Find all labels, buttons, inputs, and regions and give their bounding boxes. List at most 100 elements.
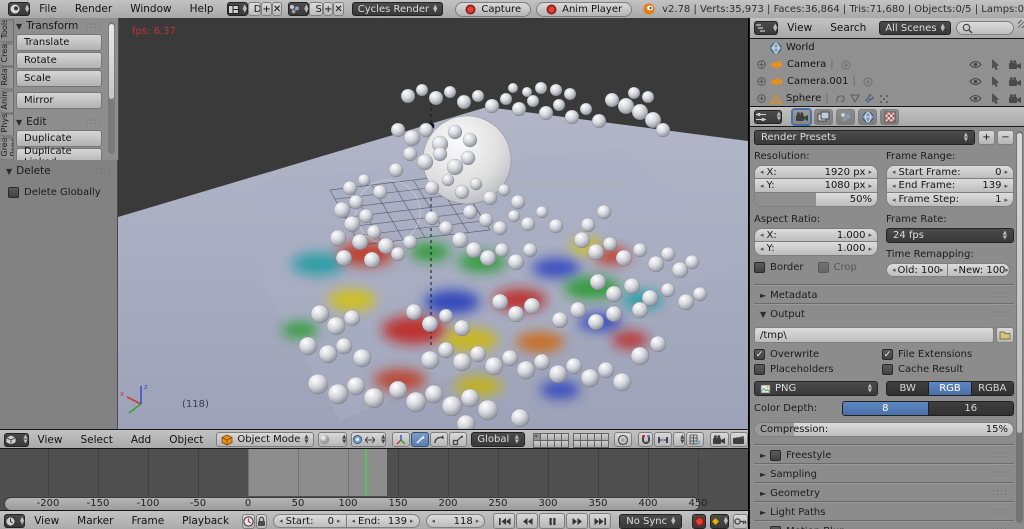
particle-sphere[interactable] — [521, 86, 533, 98]
particle-sphere[interactable] — [617, 97, 635, 115]
duplicate-linked-button[interactable]: Duplicate Linked — [16, 146, 102, 160]
shelf-tab-grease-pencil[interactable]: Grease Pencil — [0, 137, 14, 160]
layer-cell[interactable] — [560, 439, 569, 448]
outliner-item-camera-001[interactable]: Camera.001 | — [750, 73, 1024, 90]
panel-checkbox[interactable] — [770, 449, 782, 461]
particle-sphere[interactable] — [579, 102, 593, 116]
particle-sphere[interactable] — [418, 122, 434, 138]
playback-realtime-button[interactable] — [242, 513, 256, 529]
particle-sphere[interactable] — [402, 146, 418, 162]
manipulator-rotate-button[interactable] — [430, 432, 449, 447]
jump-to-end-button[interactable] — [589, 513, 612, 529]
tab-render-layers[interactable] — [814, 108, 833, 125]
outliner-item-sphere[interactable]: Sphere | — [750, 90, 1024, 106]
selectability-toggle[interactable] — [985, 59, 1005, 70]
metadata-panel-header[interactable]: ► Metadata:::: — [754, 285, 1014, 304]
panel-header-freestyle[interactable]: ► Freestyle:::: — [754, 445, 1014, 464]
particle-sphere[interactable] — [565, 357, 583, 375]
particle-sphere[interactable] — [510, 194, 526, 210]
capture-button[interactable]: Capture — [455, 1, 532, 17]
panel-header-geometry[interactable]: ► Geometry:::: — [754, 483, 1014, 502]
particle-sphere[interactable] — [405, 391, 427, 413]
particle-sphere[interactable] — [437, 341, 455, 359]
remap-old-field[interactable]: ◂ Old: 100 ▸ — [886, 263, 948, 277]
particle-sphere[interactable] — [597, 361, 615, 379]
particle-sphere[interactable] — [510, 408, 530, 428]
particle-sphere[interactable] — [358, 208, 374, 224]
particle-sphere[interactable] — [352, 348, 372, 368]
output-path-field[interactable]: /tmp\ — [754, 327, 994, 343]
particle-sphere[interactable] — [660, 246, 676, 262]
particle-sphere[interactable] — [631, 301, 649, 319]
particle-sphere[interactable] — [497, 183, 511, 197]
particle-sphere[interactable] — [596, 204, 612, 220]
snap-element-button[interactable] — [654, 432, 673, 447]
screen-layout-icon-dropdown[interactable]: ▲ ▼ — [226, 2, 248, 16]
visibility-toggle[interactable] — [965, 60, 985, 69]
particle-sphere[interactable] — [587, 243, 605, 261]
particle-sphere[interactable] — [649, 335, 667, 353]
editor-type-info-dropdown[interactable]: ▲ ▼ — [8, 2, 31, 16]
particle-sphere[interactable] — [492, 220, 508, 236]
pause-button[interactable] — [539, 513, 566, 529]
end-frame-prop-field[interactable]: ◂ End Frame: 139 ▸ — [886, 179, 1014, 193]
particle-sphere[interactable] — [342, 180, 358, 196]
expand-icon[interactable] — [756, 60, 767, 69]
particle-sphere[interactable] — [465, 241, 483, 259]
shelf-tab-create[interactable]: Create — [0, 43, 14, 66]
cache-result-checkbox[interactable] — [882, 364, 893, 375]
particle-sphere[interactable] — [452, 352, 472, 372]
selectability-toggle[interactable] — [985, 93, 1005, 104]
remap-new-field[interactable]: ◂ New: 100 ▸ — [948, 263, 1010, 277]
menu-window[interactable]: Window — [130, 3, 171, 15]
particle-sphere[interactable] — [563, 87, 577, 101]
particle-sphere[interactable] — [538, 105, 554, 121]
particle-sphere[interactable] — [335, 249, 353, 267]
particle-sphere[interactable] — [443, 85, 457, 99]
particle-sphere[interactable] — [535, 205, 549, 219]
particle-sphere[interactable] — [462, 132, 478, 148]
start-frame-field[interactable]: ◂ Start: 0 ▸ — [273, 514, 347, 528]
particle-sphere[interactable] — [333, 201, 351, 219]
particle-sphere[interactable] — [438, 308, 454, 324]
particle-sphere[interactable] — [477, 399, 499, 421]
editor-type-timeline-dropdown[interactable]: ▲ ▼ — [4, 514, 26, 528]
timeline-resize-grip[interactable] — [698, 450, 708, 460]
particle-sphere[interactable] — [424, 180, 440, 196]
particle-sphere[interactable] — [484, 356, 504, 376]
mode-select[interactable]: Object Mode ▲ ▼ — [216, 432, 314, 447]
render-anim-button[interactable] — [729, 432, 748, 447]
file-extensions-checkbox[interactable]: ✓ — [882, 349, 893, 360]
scene-name[interactable]: Scene — [309, 2, 323, 16]
menu-marker[interactable]: Marker — [77, 515, 113, 527]
add-layout-button[interactable]: + — [261, 2, 272, 16]
particle-sphere[interactable] — [388, 162, 404, 178]
mirror-button[interactable]: Mirror — [16, 92, 102, 109]
manipulator-tripod-button[interactable] — [392, 432, 411, 447]
timeline-tracks[interactable] — [0, 449, 748, 496]
tool-shelf-scrollbar[interactable] — [108, 22, 115, 154]
particle-sphere[interactable] — [453, 319, 471, 337]
particle-sphere[interactable] — [660, 282, 676, 298]
orientation-select[interactable]: Global ▲ ▼ — [471, 432, 525, 447]
menu-help[interactable]: Help — [190, 3, 214, 15]
particle-sphere[interactable] — [471, 89, 485, 103]
file-format-select[interactable]: PNG ▲ ▼ — [754, 381, 878, 396]
particle-sphere[interactable] — [580, 217, 596, 233]
resolution-y-field[interactable]: ◂ Y: 1080 px ▸ — [754, 179, 878, 193]
output-panel-header[interactable]: ▼ Output:::: — [754, 304, 1014, 323]
particle-sphere[interactable] — [589, 273, 607, 291]
particle-sphere[interactable] — [447, 124, 463, 140]
editor-type-3d-dropdown[interactable]: ▲ ▼ — [4, 432, 29, 447]
aspect-x-field[interactable]: ◂ X: 1.000 ▸ — [754, 228, 878, 242]
camdata-icon[interactable] — [840, 59, 852, 70]
tab-scene[interactable] — [836, 108, 855, 125]
particle-sphere[interactable] — [573, 231, 591, 249]
particle-sphere[interactable] — [469, 177, 483, 191]
transform-panel-header[interactable]: ▼ Transform:::: — [16, 20, 102, 32]
particle-sphere[interactable] — [491, 293, 509, 311]
panel-header-motion-blur[interactable]: ►Motion Blur:::: — [754, 521, 1014, 529]
particle-sphere[interactable] — [451, 231, 469, 249]
menu-select[interactable]: Select — [80, 434, 112, 446]
particle-sphere[interactable] — [415, 83, 429, 97]
